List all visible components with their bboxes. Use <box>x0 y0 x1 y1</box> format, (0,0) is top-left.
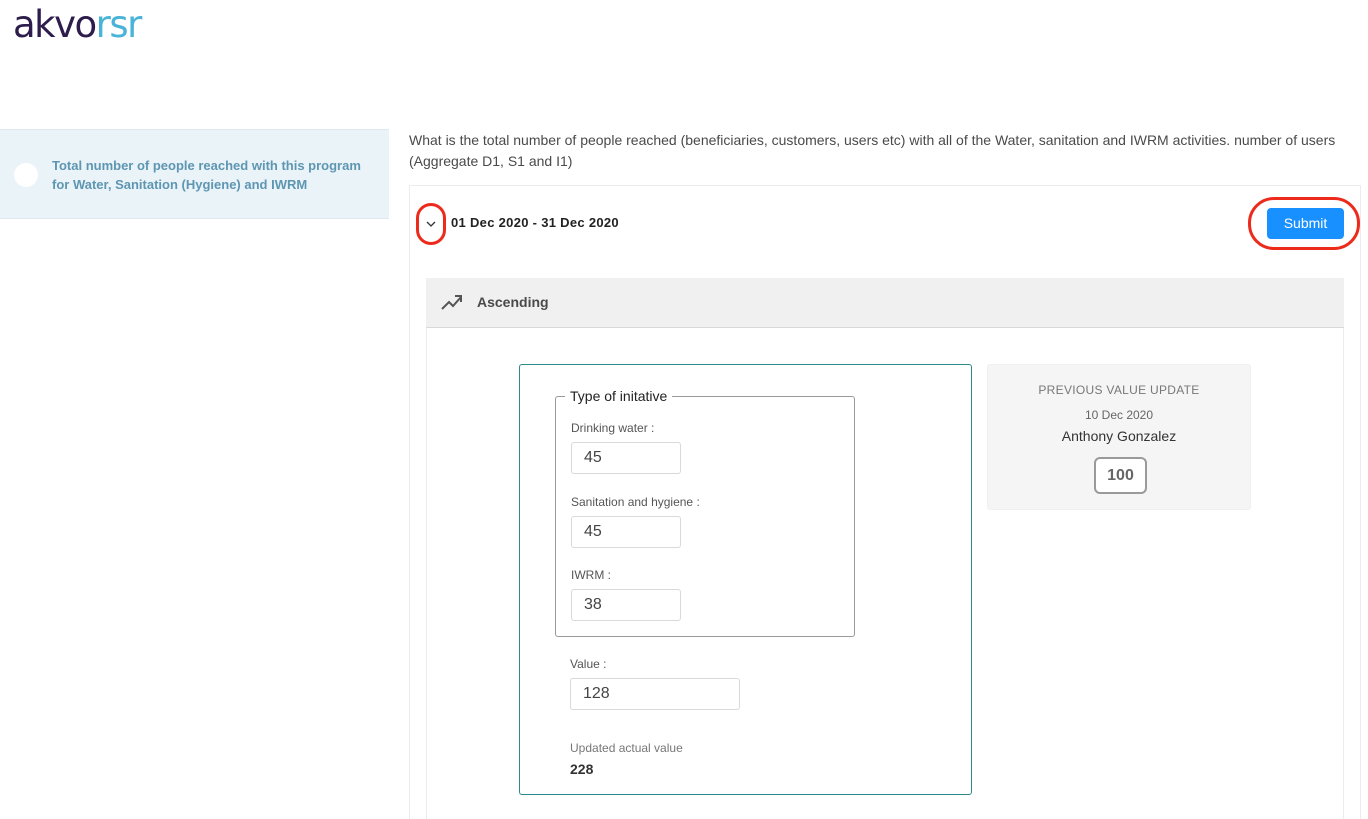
akvo-rsr-logo[interactable]: akvorsr <box>13 2 143 48</box>
logo-akvo-text: akvo <box>13 3 97 46</box>
fieldset-legend: Type of initative <box>565 388 673 404</box>
sanitation-hygiene-input[interactable]: 45 <box>571 516 681 548</box>
trending-up-icon <box>441 295 462 310</box>
value-label: Value : <box>570 657 607 671</box>
status-dot-icon <box>14 163 38 187</box>
value-input[interactable]: 128 <box>570 678 740 710</box>
previous-value-badge: 100 <box>1094 457 1147 494</box>
previous-value-card: PREVIOUS VALUE UPDATE 10 Dec 2020 Anthon… <box>987 364 1251 510</box>
direction-label: Ascending <box>477 294 549 310</box>
indicator-question: What is the total number of people reach… <box>409 132 1336 169</box>
updated-actual-value-label: Updated actual value <box>570 741 683 755</box>
sidebar-item-label: Total number of people reached with this… <box>52 158 361 192</box>
drinking-water-input[interactable]: 45 <box>571 442 681 474</box>
previous-value-title: PREVIOUS VALUE UPDATE <box>1038 383 1200 397</box>
expand-period-button[interactable] <box>416 203 446 245</box>
iwrm-input[interactable]: 38 <box>571 589 681 621</box>
sidebar-item-indicator[interactable]: Total number of people reached with this… <box>0 129 389 219</box>
sanitation-hygiene-label: Sanitation and hygiene : <box>571 495 700 509</box>
previous-value-user: Anthony Gonzalez <box>1061 428 1177 444</box>
drinking-water-label: Drinking water : <box>571 421 655 435</box>
logo-rsr-text: rsr <box>95 3 143 46</box>
direction-header: Ascending <box>426 278 1344 328</box>
chevron-down-icon <box>426 221 436 227</box>
period-range: 01 Dec 2020 - 31 Dec 2020 <box>451 215 619 230</box>
updated-actual-value: 228 <box>570 761 594 777</box>
iwrm-label: IWRM : <box>571 568 611 582</box>
submit-button[interactable]: Submit <box>1267 208 1344 239</box>
previous-value-date: 10 Dec 2020 <box>1084 408 1154 422</box>
